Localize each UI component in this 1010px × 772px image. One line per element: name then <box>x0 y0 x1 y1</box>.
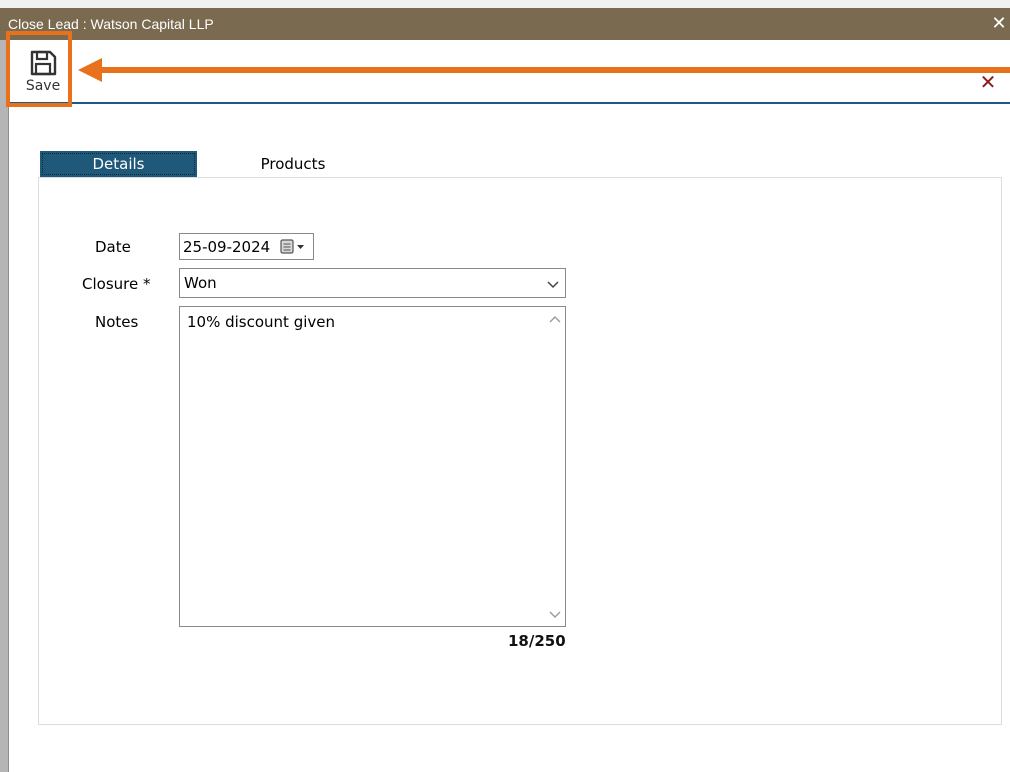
window-close-icon[interactable]: ✕ <box>990 10 1008 38</box>
toolbar-divider <box>9 102 1010 104</box>
save-button-label: Save <box>25 78 61 94</box>
calendar-dropdown-icon[interactable] <box>280 239 310 255</box>
floppy-disk-icon <box>30 50 57 76</box>
form-close-icon[interactable]: ✕ <box>978 72 998 94</box>
closure-value: Won <box>184 274 217 292</box>
notes-text: 10% discount given <box>187 313 336 331</box>
tab-products[interactable]: Products <box>220 151 366 177</box>
title-bar: Close Lead : Watson Capital LLP ✕ <box>0 8 1010 40</box>
chevron-down-icon <box>547 281 559 289</box>
notes-label: Notes <box>95 313 139 331</box>
save-button[interactable]: Save <box>14 46 72 102</box>
date-value: 25-09-2024 <box>183 238 271 256</box>
notes-character-counter: 18/250 <box>508 632 566 650</box>
window-title: Close Lead : Watson Capital LLP <box>8 16 214 32</box>
closure-label: Closure * <box>82 275 151 293</box>
date-label: Date <box>95 238 131 256</box>
scroll-up-icon[interactable] <box>549 315 561 323</box>
top-strip <box>0 0 1010 8</box>
left-window-edge-line <box>8 40 9 772</box>
closure-select[interactable]: Won <box>179 268 566 298</box>
scroll-down-icon[interactable] <box>549 611 561 619</box>
annotation-arrow-line <box>99 67 1010 73</box>
date-field[interactable]: 25-09-2024 <box>179 233 314 260</box>
notes-scrollbar[interactable] <box>545 307 565 626</box>
notes-textarea[interactable]: 10% discount given <box>179 306 566 627</box>
tab-details[interactable]: Details <box>40 151 197 177</box>
